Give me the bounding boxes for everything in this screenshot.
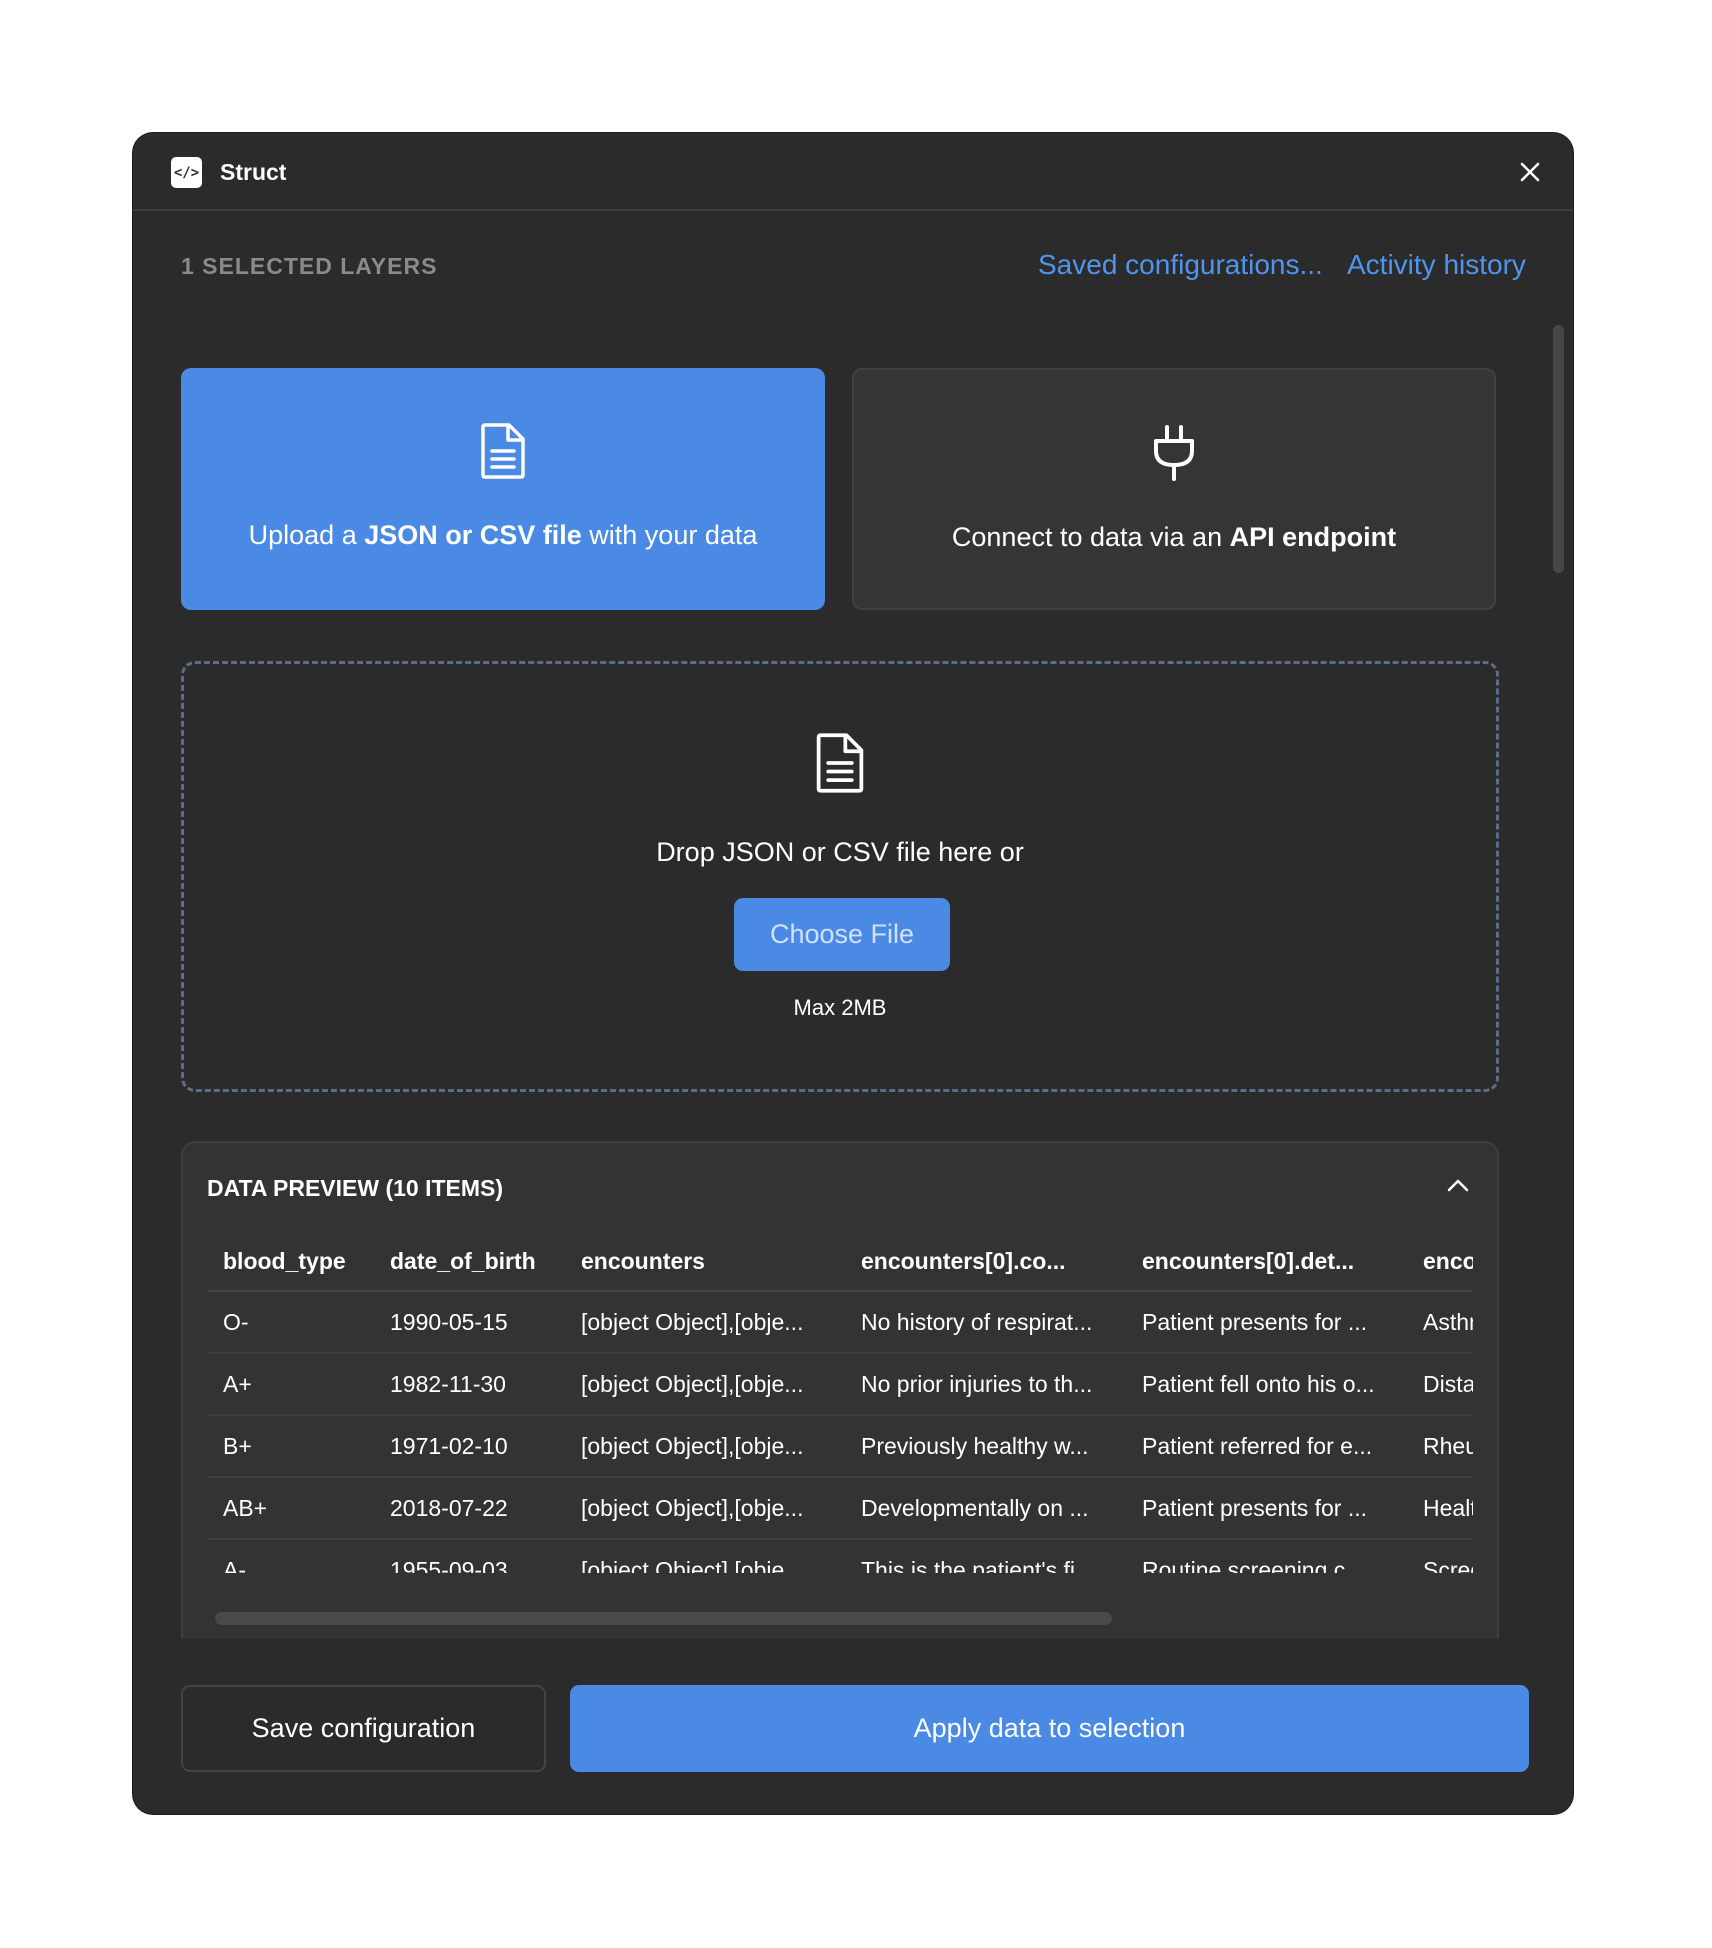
- table-header-row: blood_type date_of_birth encounters enco…: [207, 1233, 1473, 1292]
- table-row: B+ 1971-02-10 [object Object],[obje... P…: [207, 1415, 1473, 1478]
- table-cell: Distal: [1407, 1353, 1473, 1416]
- struct-dialog: </> Struct 1 SELECTED LAYERS Saved confi…: [133, 133, 1573, 1814]
- data-preview-title: DATA PREVIEW (10 ITEMS): [207, 1175, 504, 1201]
- table-cell: Patient fell onto his o...: [1126, 1353, 1407, 1416]
- column-header: encounters[0].det...: [1126, 1233, 1407, 1292]
- dropzone-instructions: Drop JSON or CSV file here or: [656, 837, 1024, 867]
- table-row: O- 1990-05-15 [object Object],[obje... N…: [207, 1291, 1473, 1354]
- plug-icon: [1154, 425, 1194, 481]
- max-file-size: Max 2MB: [793, 995, 887, 1020]
- table-cell: 1971-02-10: [374, 1415, 565, 1478]
- table-cell: 1955-09-03: [374, 1539, 565, 1573]
- app-title: Struct: [220, 159, 287, 185]
- api-option-label: Connect to data via an API endpoint: [951, 522, 1397, 552]
- choose-file-button[interactable]: Choose File: [734, 898, 950, 971]
- table-row: AB+ 2018-07-22 [object Object],[obje... …: [207, 1477, 1473, 1540]
- table-cell: This is the patient's fi...: [845, 1539, 1126, 1573]
- file-dropzone[interactable]: Drop JSON or CSV file here or Choose Fil…: [181, 661, 1499, 1092]
- column-header: encounters: [565, 1233, 845, 1292]
- table-cell: B+: [207, 1415, 374, 1478]
- table-cell: A+: [207, 1353, 374, 1416]
- table-row: A- 1955-09-03 [object Object],[obje... T…: [207, 1539, 1473, 1573]
- horizontal-scrollbar[interactable]: [215, 1612, 1112, 1625]
- table-cell: 1990-05-15: [374, 1291, 565, 1354]
- table-cell: AB+: [207, 1477, 374, 1540]
- document-icon: [481, 423, 525, 479]
- column-header: encounters[0].co...: [845, 1233, 1126, 1292]
- upload-file-option[interactable]: Upload a JSON or CSV file with your data: [181, 368, 825, 610]
- column-header: blood_type: [207, 1233, 374, 1292]
- api-endpoint-option[interactable]: Connect to data via an API endpoint: [852, 368, 1496, 610]
- selected-layers-count: 1 SELECTED LAYERS: [181, 253, 438, 279]
- table-cell: Screen: [1407, 1539, 1473, 1573]
- close-icon[interactable]: [1513, 155, 1547, 189]
- table-cell: Asthma: [1407, 1291, 1473, 1354]
- chevron-up-icon[interactable]: [1443, 1171, 1473, 1201]
- table-cell: Patient presents for ...: [1126, 1291, 1407, 1354]
- table-cell: Routine screening c...: [1126, 1539, 1407, 1573]
- table-cell: Developmentally on ...: [845, 1477, 1126, 1540]
- data-preview-panel: DATA PREVIEW (10 ITEMS) blood_type date_…: [181, 1141, 1499, 1639]
- vertical-scrollbar[interactable]: [1553, 325, 1564, 573]
- table-row: A+ 1982-11-30 [object Object],[obje... N…: [207, 1353, 1473, 1416]
- table-cell: [object Object],[obje...: [565, 1353, 845, 1416]
- document-icon: [816, 733, 864, 793]
- table-cell: No prior injuries to th...: [845, 1353, 1126, 1416]
- saved-configurations-link[interactable]: Saved configurations...: [1038, 249, 1323, 281]
- apply-data-button[interactable]: Apply data to selection: [570, 1685, 1529, 1772]
- table-cell: Previously healthy w...: [845, 1415, 1126, 1478]
- table-cell: Patient presents for ...: [1126, 1477, 1407, 1540]
- data-preview-table: blood_type date_of_birth encounters enco…: [207, 1233, 1473, 1573]
- title-bar: </> Struct: [133, 133, 1573, 211]
- table-cell: 2018-07-22: [374, 1477, 565, 1540]
- table-cell: [object Object],[obje...: [565, 1477, 845, 1540]
- column-header: encounters[0]: [1407, 1233, 1473, 1292]
- table-cell: Patient referred for e...: [1126, 1415, 1407, 1478]
- table-cell: 1982-11-30: [374, 1353, 565, 1416]
- activity-history-link[interactable]: Activity history: [1347, 249, 1526, 281]
- table-cell: Rheum: [1407, 1415, 1473, 1478]
- table-cell: A-: [207, 1539, 374, 1573]
- code-icon: </>: [171, 157, 202, 188]
- table-cell: No history of respirat...: [845, 1291, 1126, 1354]
- table-cell: [object Object],[obje...: [565, 1291, 845, 1354]
- table-cell: [object Object],[obje...: [565, 1539, 845, 1573]
- table-cell: O-: [207, 1291, 374, 1354]
- upload-option-label: Upload a JSON or CSV file with your data: [248, 520, 758, 550]
- table-cell: [object Object],[obje...: [565, 1415, 845, 1478]
- save-configuration-button[interactable]: Save configuration: [181, 1685, 546, 1772]
- table-cell: Health: [1407, 1477, 1473, 1540]
- column-header: date_of_birth: [374, 1233, 565, 1292]
